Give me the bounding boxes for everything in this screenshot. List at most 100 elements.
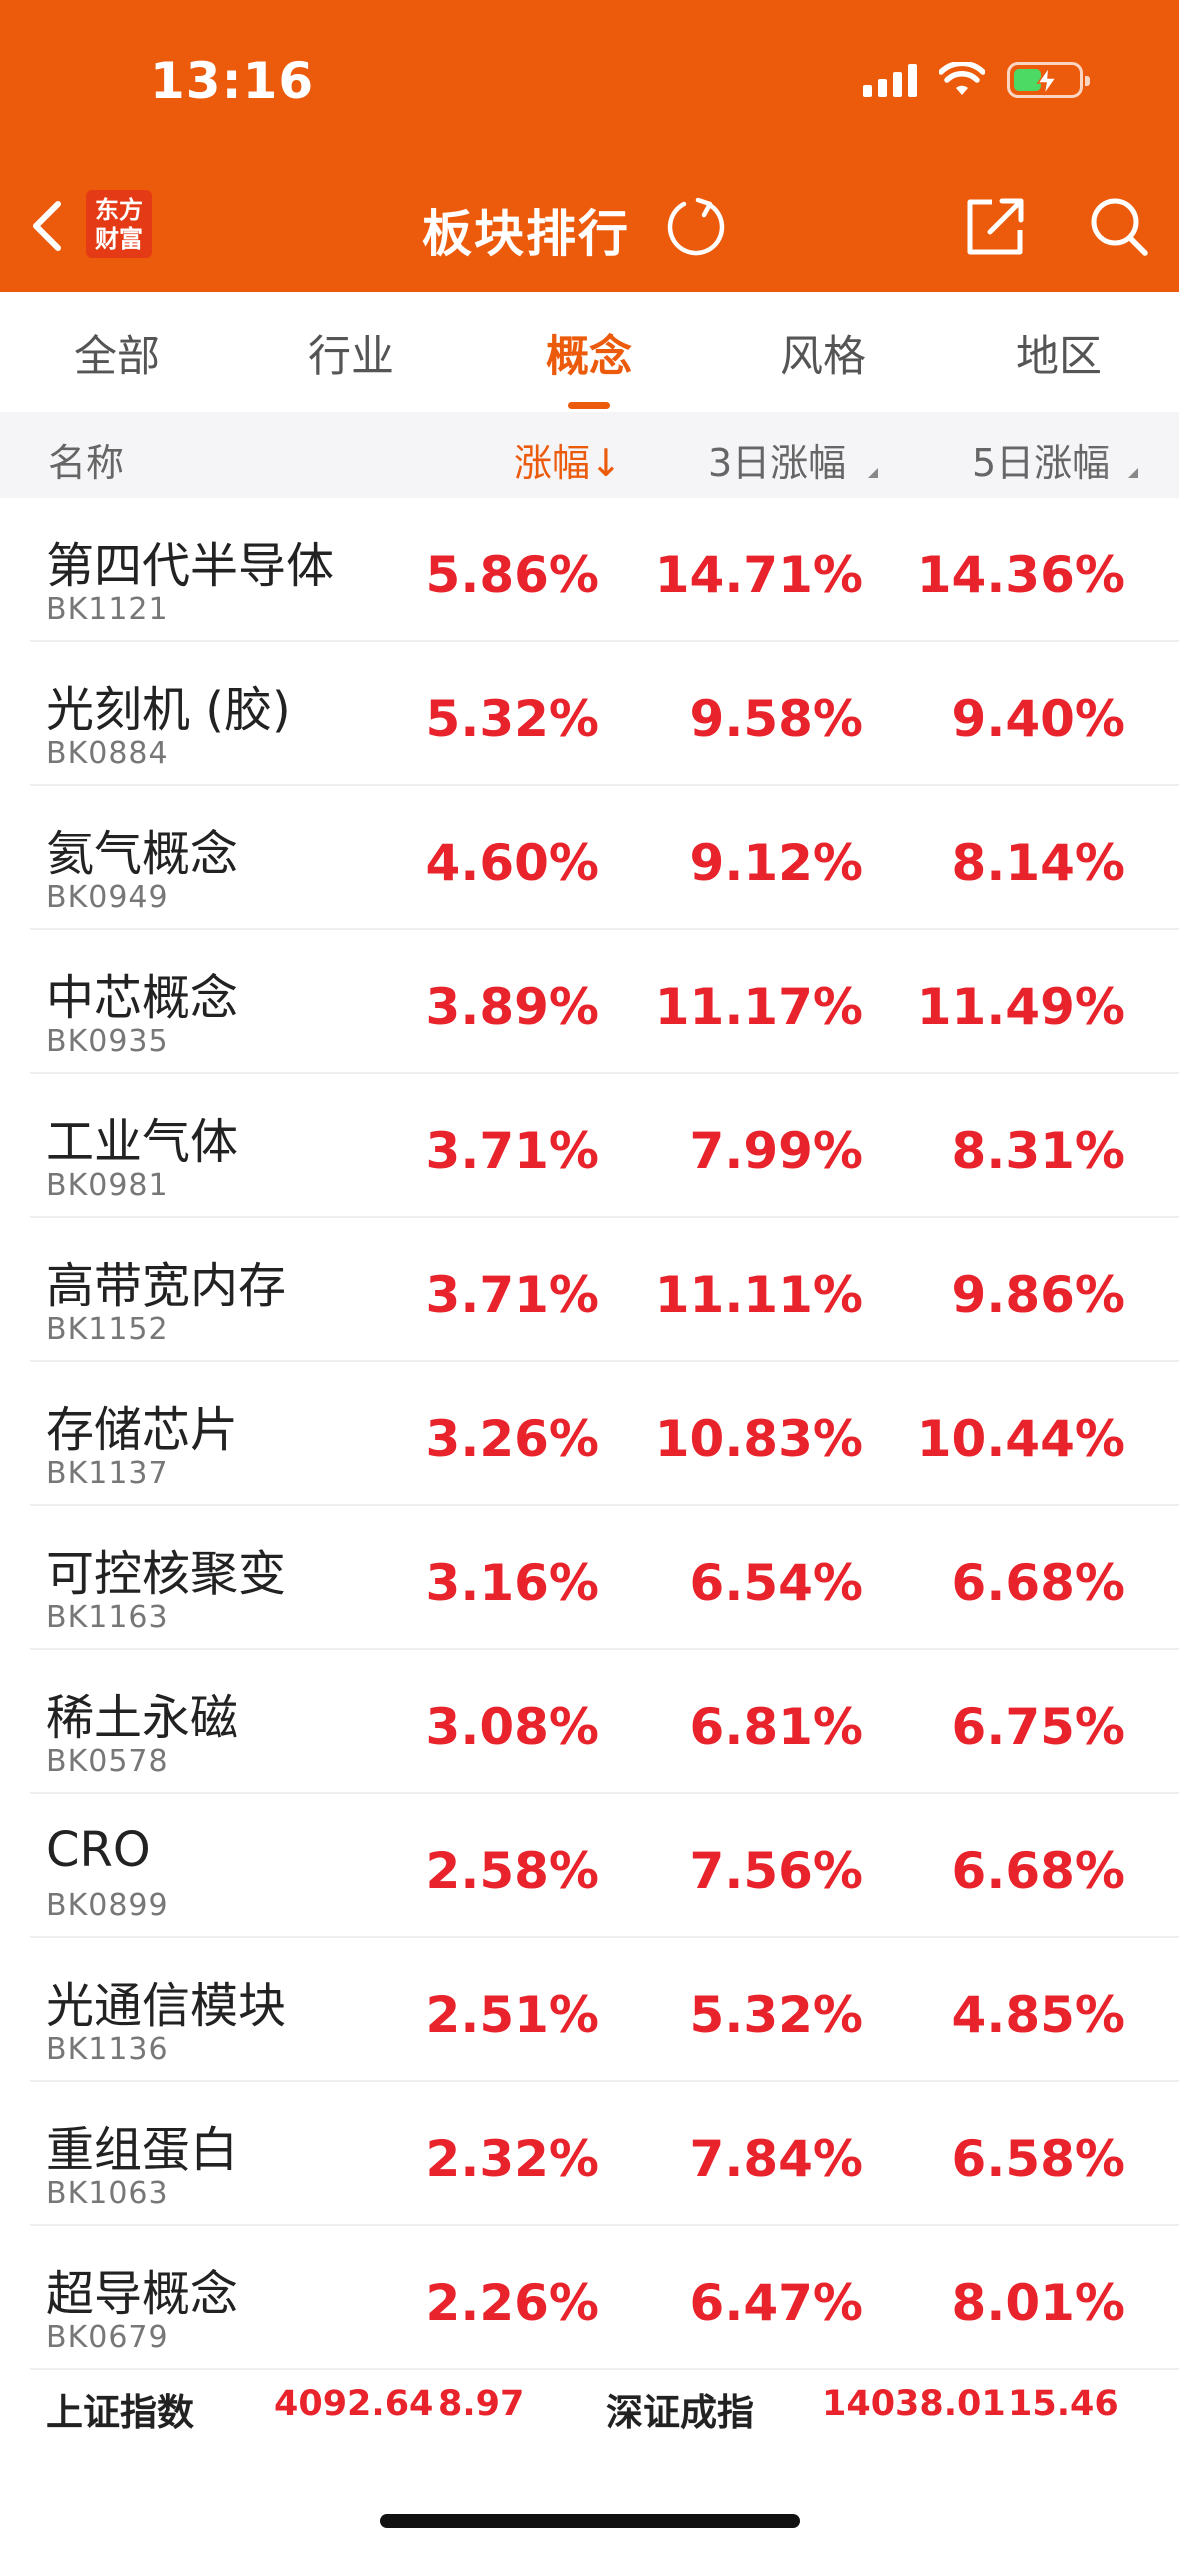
sector-code: BK0949 xyxy=(46,880,169,915)
change-value: 5.32% xyxy=(425,690,599,748)
change-value: 3.16% xyxy=(425,1554,599,1612)
change-3d-value: 7.99% xyxy=(689,1122,863,1180)
change-value: 3.71% xyxy=(425,1266,599,1324)
table-row[interactable]: 超导概念 BK0679 2.26% 6.47% 8.01% xyxy=(0,2226,1179,2370)
sector-name: 可控核聚变 xyxy=(46,1546,287,1602)
tab-style[interactable]: 风格 xyxy=(780,322,866,384)
change-value: 3.26% xyxy=(425,1410,599,1468)
sector-code: BK1121 xyxy=(46,592,169,627)
sector-name: CRO xyxy=(46,1822,151,1878)
logo-text-line2: 财富 xyxy=(95,224,143,253)
change-value: 2.32% xyxy=(425,2130,599,2188)
back-arrow-icon[interactable] xyxy=(22,196,72,256)
change-3d-value: 6.54% xyxy=(689,1554,863,1612)
cellular-signal-icon xyxy=(863,63,917,97)
index-name: 上证指数 xyxy=(46,2391,194,2434)
sector-code: BK1137 xyxy=(46,1456,169,1491)
change-3d-value: 9.58% xyxy=(689,690,863,748)
sector-name: 存储芯片 xyxy=(46,1402,239,1458)
change-5d-value: 6.58% xyxy=(951,2130,1125,2188)
column-name-header: 名称 xyxy=(48,441,125,485)
change-value: 2.26% xyxy=(425,2274,599,2332)
logo-text-line1: 东方 xyxy=(95,195,143,224)
search-icon[interactable] xyxy=(1088,194,1150,258)
change-5d-value: 11.49% xyxy=(916,978,1125,1036)
wifi-icon xyxy=(939,62,985,95)
sector-list: 第四代半导体 BK1121 5.86% 14.71% 14.36% 光刻机 (胶) BK08… xyxy=(0,498,1179,2370)
change-3d-value: 14.71% xyxy=(654,546,863,604)
table-row[interactable]: CRO BK0899 2.58% 7.56% 6.68% xyxy=(0,1794,1179,1938)
change-5d-value: 8.31% xyxy=(951,1122,1125,1180)
sector-code: BK0679 xyxy=(46,2320,169,2355)
battery-icon xyxy=(1007,62,1090,98)
sort-corner-icon xyxy=(868,468,878,478)
change-5d-value: 10.44% xyxy=(916,1410,1125,1468)
index-change: 8.97 xyxy=(438,2384,525,2424)
sector-code: BK0935 xyxy=(46,1024,169,1059)
status-icons xyxy=(863,62,1090,98)
change-3d-value: 5.32% xyxy=(689,1986,863,2044)
change-5d-value: 6.75% xyxy=(951,1698,1125,1756)
table-row[interactable]: 重组蛋白 BK1063 2.32% 7.84% 6.58% xyxy=(0,2082,1179,2226)
app-header: 13:16 东方 财富 板块排行 xyxy=(0,0,1179,292)
table-row[interactable]: 稀土永磁 BK0578 3.08% 6.81% 6.75% xyxy=(0,1650,1179,1794)
table-row[interactable]: 氦气概念 BK0949 4.60% 9.12% 8.14% xyxy=(0,786,1179,930)
sector-code: BK1063 xyxy=(46,2176,169,2211)
change-value: 3.08% xyxy=(425,1698,599,1756)
table-row[interactable]: 中芯概念 BK0935 3.89% 11.17% 11.49% xyxy=(0,930,1179,1074)
index-value: 14038.01 xyxy=(822,2384,1006,2424)
index-name: 深证成指 xyxy=(606,2391,754,2434)
column-change-header[interactable]: 涨幅↓ xyxy=(514,432,622,487)
sector-name: 高带宽内存 xyxy=(46,1258,287,1314)
sector-name: 光通信模块 xyxy=(46,1978,287,2034)
change-3d-value: 10.83% xyxy=(654,1410,863,1468)
change-3d-value: 11.11% xyxy=(654,1266,863,1324)
table-row[interactable]: 可控核聚变 BK1163 3.16% 6.54% 6.68% xyxy=(0,1506,1179,1650)
tab-concept[interactable]: 概念 xyxy=(546,322,632,384)
change-value: 3.71% xyxy=(425,1122,599,1180)
change-3d-value: 9.12% xyxy=(689,834,863,892)
table-row[interactable]: 第四代半导体 BK1121 5.86% 14.71% 14.36% xyxy=(0,498,1179,642)
column-header: 名称 涨幅↓ 3日涨幅 5日涨幅 xyxy=(0,412,1179,498)
change-5d-value: 9.40% xyxy=(951,690,1125,748)
home-indicator[interactable] xyxy=(380,2514,800,2528)
tab-industry[interactable]: 行业 xyxy=(308,322,394,384)
table-row[interactable]: 工业气体 BK0981 3.71% 7.99% 8.31% xyxy=(0,1074,1179,1218)
header-scroll-fade xyxy=(1099,412,1179,498)
table-row[interactable]: 存储芯片 BK1137 3.26% 10.83% 10.44% xyxy=(0,1362,1179,1506)
change-5d-value: 9.86% xyxy=(951,1266,1125,1324)
change-5d-value: 4.85% xyxy=(951,1986,1125,2044)
share-icon[interactable] xyxy=(962,194,1026,258)
sector-code: BK0578 xyxy=(46,1744,169,1779)
change-3d-value: 7.56% xyxy=(689,1842,863,1900)
table-row[interactable]: 高带宽内存 BK1152 3.71% 11.11% 9.86% xyxy=(0,1218,1179,1362)
sector-name: 氦气概念 xyxy=(46,826,239,882)
change-value: 5.86% xyxy=(425,546,599,604)
sector-code: BK1163 xyxy=(46,1600,169,1635)
refresh-icon[interactable] xyxy=(664,194,728,258)
change-5d-value: 8.01% xyxy=(951,2274,1125,2332)
sector-name: 重组蛋白 xyxy=(46,2122,239,2178)
sector-code: BK0981 xyxy=(46,1168,169,1203)
table-row[interactable]: 光刻机 (胶) BK0884 5.32% 9.58% 9.40% xyxy=(0,642,1179,786)
change-value: 4.60% xyxy=(425,834,599,892)
tab-all[interactable]: 全部 xyxy=(74,322,160,384)
sector-code: BK1152 xyxy=(46,1312,169,1347)
sector-code: BK0884 xyxy=(46,736,169,771)
sector-name: 超导概念 xyxy=(46,2266,239,2322)
index-bar[interactable]: 上证指数 4092.64 8.97 深证成指 14038.01 15.46 xyxy=(0,2370,1179,2440)
table-row[interactable]: 光通信模块 BK1136 2.51% 5.32% 4.85% xyxy=(0,1938,1179,2082)
column-3d-change-header[interactable]: 3日涨幅 xyxy=(708,432,846,487)
status-time: 13:16 xyxy=(150,52,315,110)
tab-region[interactable]: 地区 xyxy=(1016,322,1102,384)
brand-logo[interactable]: 东方 财富 xyxy=(86,190,152,258)
change-value: 2.58% xyxy=(425,1842,599,1900)
sector-name: 稀土永磁 xyxy=(46,1690,239,1746)
index-value: 4092.64 xyxy=(274,2384,434,2424)
sector-code: BK1136 xyxy=(46,2032,169,2067)
sector-name: 中芯概念 xyxy=(46,970,239,1026)
change-5d-value: 6.68% xyxy=(951,1554,1125,1612)
change-value: 3.89% xyxy=(425,978,599,1036)
sort-corner-icon xyxy=(1128,468,1138,478)
category-tabs: 全部 行业 概念 风格 地区 xyxy=(0,292,1179,412)
